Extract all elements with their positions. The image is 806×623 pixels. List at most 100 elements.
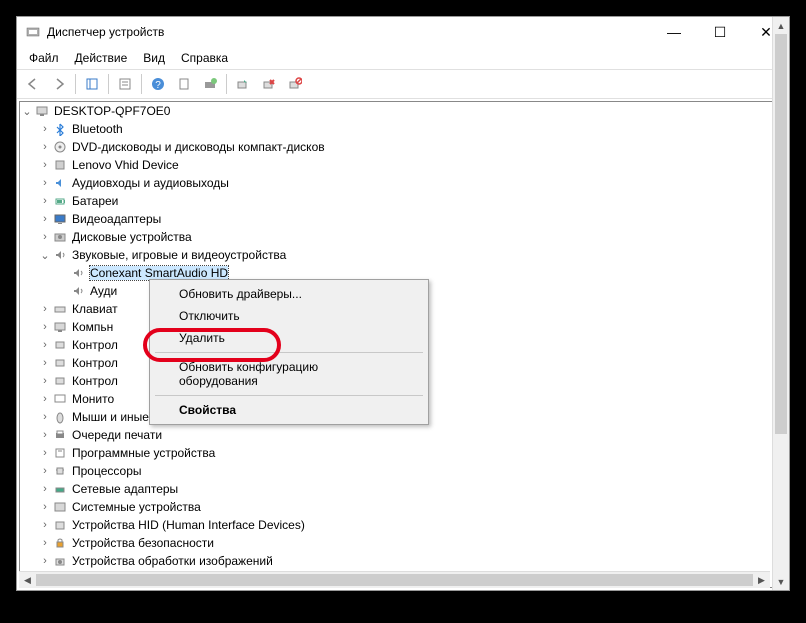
- expander-icon[interactable]: ›: [38, 465, 52, 477]
- device-label: Клавиат: [72, 302, 118, 316]
- view-button[interactable]: [80, 72, 104, 96]
- controller-icon: [52, 355, 68, 371]
- disable-button[interactable]: [283, 72, 307, 96]
- expander-icon[interactable]: ⌄: [38, 249, 52, 262]
- device-label: Дисковые устройства: [72, 230, 192, 244]
- properties-button[interactable]: [113, 72, 137, 96]
- tree-category[interactable]: ›Процессоры: [20, 462, 786, 480]
- tree-category[interactable]: ›Устройства обработки изображений: [20, 552, 786, 570]
- expander-icon[interactable]: ›: [38, 195, 52, 207]
- svg-text:?: ?: [155, 80, 161, 91]
- device-label: Контрол: [72, 356, 118, 370]
- expander-icon[interactable]: ›: [38, 231, 52, 243]
- sound-icon: [70, 283, 86, 299]
- expander-icon[interactable]: ›: [38, 429, 52, 441]
- display-icon: [52, 211, 68, 227]
- device-label: Монито: [72, 392, 114, 406]
- maximize-button[interactable]: ☐: [697, 17, 743, 47]
- expander-icon[interactable]: ›: [38, 537, 52, 549]
- tree-category[interactable]: ›Очереди печати: [20, 426, 786, 444]
- scrollbar-thumb-h[interactable]: [36, 574, 753, 586]
- help-button[interactable]: ?: [146, 72, 170, 96]
- toolbar-separator: [108, 74, 109, 94]
- computer-icon: [52, 319, 68, 335]
- titlebar: Диспетчер устройств — ☐ ✕: [17, 17, 789, 47]
- expander-icon[interactable]: ›: [38, 411, 52, 423]
- forward-button[interactable]: [47, 72, 71, 96]
- device-icon: [52, 157, 68, 173]
- context-properties[interactable]: Свойства: [153, 399, 425, 421]
- tree-category[interactable]: ›Программные устройства: [20, 444, 786, 462]
- tree-category[interactable]: › Сетевые адаптеры: [20, 480, 786, 498]
- scrollbar-thumb[interactable]: [775, 99, 787, 434]
- device-label: Bluetooth: [72, 122, 123, 136]
- tree-category[interactable]: › Видеоадаптеры: [20, 210, 786, 228]
- update-driver-button[interactable]: [231, 72, 255, 96]
- system-icon: [52, 499, 68, 515]
- expander-icon[interactable]: ›: [38, 447, 52, 459]
- expander-icon[interactable]: ›: [38, 393, 52, 405]
- tree-category[interactable]: ›Lenovo Vhid Device: [20, 156, 786, 174]
- scan-button[interactable]: [198, 72, 222, 96]
- expander-icon[interactable]: ›: [38, 141, 52, 153]
- expander-icon[interactable]: ›: [38, 321, 52, 333]
- tree-category[interactable]: › DVD-дисководы и дисководы компакт-диско…: [20, 138, 786, 156]
- expander-icon[interactable]: ›: [38, 303, 52, 315]
- context-scan-hardware[interactable]: Обновить конфигурацию оборудования: [153, 356, 425, 392]
- expander-icon[interactable]: ›: [38, 339, 52, 351]
- printer-icon: [52, 427, 68, 443]
- audio-icon: [52, 175, 68, 191]
- device-label: Сетевые адаптеры: [72, 482, 178, 496]
- expander-icon[interactable]: ›: [38, 555, 52, 567]
- tree-category[interactable]: ›Устройства безопасности: [20, 534, 786, 552]
- expander-icon[interactable]: ›: [38, 519, 52, 531]
- context-disable[interactable]: Отключить: [153, 305, 425, 327]
- sound-icon: [52, 247, 68, 263]
- tree-root[interactable]: ⌄DESKTOP-QPF7OE0: [20, 102, 786, 120]
- app-icon: [25, 24, 41, 40]
- props-button[interactable]: [172, 72, 196, 96]
- context-menu: Обновить драйверы... Отключить Удалить О…: [149, 279, 429, 425]
- device-label: Компьн: [72, 320, 113, 334]
- tree-category[interactable]: › Дисковые устройства: [20, 228, 786, 246]
- minimize-button[interactable]: —: [651, 17, 697, 47]
- menu-help[interactable]: Справка: [173, 49, 236, 67]
- computer-icon: [34, 103, 50, 119]
- tree-category[interactable]: ›Системные устройства: [20, 498, 786, 516]
- menu-file[interactable]: Файл: [21, 49, 67, 67]
- expander-icon[interactable]: ›: [38, 357, 52, 369]
- scroll-left-icon[interactable]: ◀: [19, 572, 36, 588]
- menu-action[interactable]: Действие: [67, 49, 136, 67]
- expander-icon[interactable]: ›: [38, 123, 52, 135]
- tree-category[interactable]: ›Батареи: [20, 192, 786, 210]
- tree-category[interactable]: › Bluetooth: [20, 120, 786, 138]
- vertical-scrollbar[interactable]: ▲ ▼: [772, 99, 789, 590]
- expander-icon[interactable]: ›: [38, 375, 52, 387]
- menubar: Файл Действие Вид Справка: [17, 47, 789, 69]
- scroll-down-icon[interactable]: ▼: [773, 573, 789, 590]
- device-manager-window: Диспетчер устройств — ☐ ✕ Файл Действие …: [16, 16, 790, 591]
- security-icon: [52, 535, 68, 551]
- tree-category[interactable]: ›Устройства HID (Human Interface Devices…: [20, 516, 786, 534]
- device-label: Conexant SmartAudio HD: [90, 266, 228, 280]
- uninstall-button[interactable]: [257, 72, 281, 96]
- back-button[interactable]: [21, 72, 45, 96]
- expander-icon[interactable]: ›: [38, 483, 52, 495]
- menu-view[interactable]: Вид: [135, 49, 173, 67]
- expander-icon[interactable]: ›: [38, 213, 52, 225]
- context-update-drivers[interactable]: Обновить драйверы...: [153, 283, 425, 305]
- network-icon: [52, 481, 68, 497]
- tree-category-sound[interactable]: ⌄Звуковые, игровые и видеоустройства: [20, 246, 786, 264]
- device-label: DVD-дисководы и дисководы компакт-дисков: [72, 140, 325, 154]
- device-label: Видеоадаптеры: [72, 212, 161, 226]
- scroll-right-icon[interactable]: ▶: [753, 572, 770, 588]
- expander-icon[interactable]: ›: [38, 159, 52, 171]
- toolbar-separator: [226, 74, 227, 94]
- window-title: Диспетчер устройств: [47, 25, 651, 39]
- expander-icon[interactable]: ⌄: [20, 105, 34, 118]
- context-remove[interactable]: Удалить: [153, 327, 425, 349]
- expander-icon[interactable]: ›: [38, 177, 52, 189]
- expander-icon[interactable]: ›: [38, 501, 52, 513]
- tree-category[interactable]: ›Аудиовходы и аудиовыходы: [20, 174, 786, 192]
- horizontal-scrollbar[interactable]: ◀ ▶: [19, 571, 770, 588]
